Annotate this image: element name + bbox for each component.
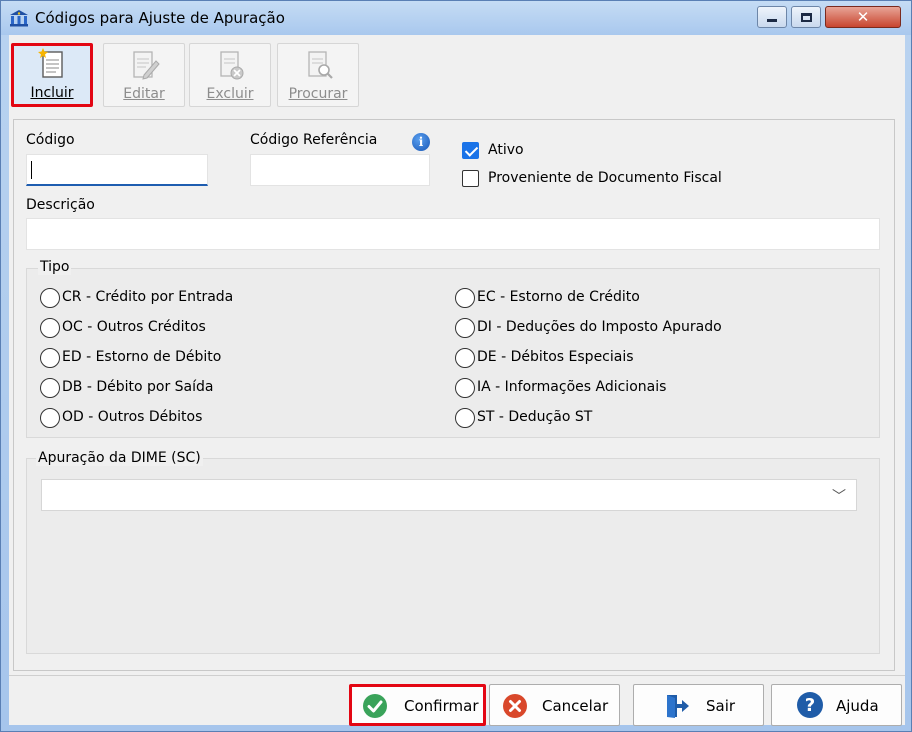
radio-ia-label: IA - Informações Adicionais xyxy=(477,379,667,395)
client-area: Incluir Editar Excluir Procurar Código C… xyxy=(9,35,905,726)
radio-cr[interactable] xyxy=(40,288,60,308)
radio-ed-label: ED - Estorno de Débito xyxy=(62,349,222,365)
ajuda-button[interactable]: ? Ajuda xyxy=(771,684,902,726)
maximize-icon xyxy=(800,12,812,22)
radio-st-label: ST - Dedução ST xyxy=(477,409,593,425)
radio-od[interactable] xyxy=(40,408,60,428)
proveniente-checkbox[interactable] xyxy=(462,170,479,187)
maximize-button[interactable] xyxy=(791,6,821,28)
close-icon: ✕ xyxy=(856,8,870,26)
tipo-title: Tipo xyxy=(38,259,72,275)
radio-oc[interactable] xyxy=(40,318,60,338)
minimize-icon xyxy=(767,18,777,22)
radio-ec-label: EC - Estorno de Crédito xyxy=(477,289,640,305)
radio-db[interactable] xyxy=(40,378,60,398)
editar-label: Editar xyxy=(123,86,165,102)
codigo-input[interactable] xyxy=(26,154,208,186)
radio-cr-label: CR - Crédito por Entrada xyxy=(62,289,234,305)
text-caret xyxy=(31,161,32,179)
form-panel: Código Código Referência i Ativo Proveni… xyxy=(13,119,895,671)
ajuda-label: Ajuda xyxy=(836,697,879,715)
svg-text:?: ? xyxy=(805,695,815,716)
confirmar-label: Confirmar xyxy=(404,697,479,715)
check-circle-icon xyxy=(363,694,387,718)
footer-bar: Confirmar Cancelar Sair ? Ajuda xyxy=(9,675,905,726)
edit-document-icon xyxy=(133,51,160,80)
radio-ec[interactable] xyxy=(455,288,475,308)
sair-label: Sair xyxy=(706,697,736,715)
radio-di-label: DI - Deduções do Imposto Apurado xyxy=(477,319,722,335)
codigo-label: Código xyxy=(26,132,75,148)
info-icon[interactable]: i xyxy=(412,133,430,151)
descricao-input[interactable] xyxy=(26,218,880,250)
incluir-label: Incluir xyxy=(30,85,74,101)
procurar-button[interactable]: Procurar xyxy=(277,43,359,107)
proveniente-label: Proveniente de Documento Fiscal xyxy=(488,170,722,186)
radio-st[interactable] xyxy=(455,408,475,428)
title-bar[interactable]: Códigos para Ajuste de Apuração ✕ xyxy=(1,1,911,35)
cancelar-label: Cancelar xyxy=(542,697,609,715)
help-icon: ? xyxy=(797,692,823,718)
confirmar-button[interactable]: Confirmar xyxy=(349,684,486,726)
exit-door-icon xyxy=(667,695,689,718)
window-title: Códigos para Ajuste de Apuração xyxy=(35,9,285,27)
radio-de[interactable] xyxy=(455,348,475,368)
bank-building-icon xyxy=(10,10,28,27)
incluir-button[interactable]: Incluir xyxy=(11,43,93,107)
codigo-referencia-label: Código Referência xyxy=(250,132,378,148)
close-button[interactable]: ✕ xyxy=(825,6,901,28)
excluir-label: Excluir xyxy=(206,86,254,102)
sair-button[interactable]: Sair xyxy=(633,684,764,726)
dime-select[interactable]: ﹀ xyxy=(41,479,857,511)
radio-ed[interactable] xyxy=(40,348,60,368)
radio-od-label: OD - Outros Débitos xyxy=(62,409,203,425)
procurar-label: Procurar xyxy=(288,86,348,102)
cancelar-button[interactable]: Cancelar xyxy=(489,684,620,726)
cancel-circle-icon xyxy=(503,694,527,718)
search-document-icon xyxy=(308,51,333,79)
ativo-label: Ativo xyxy=(488,142,524,158)
toolbar: Incluir Editar Excluir Procurar xyxy=(9,35,905,113)
radio-de-label: DE - Débitos Especiais xyxy=(477,349,634,365)
delete-document-icon xyxy=(220,51,244,80)
new-document-icon xyxy=(38,48,63,78)
radio-oc-label: OC - Outros Créditos xyxy=(62,319,206,335)
excluir-button[interactable]: Excluir xyxy=(189,43,271,107)
editar-button[interactable]: Editar xyxy=(103,43,185,107)
minimize-button[interactable] xyxy=(757,6,787,28)
radio-db-label: DB - Débito por Saída xyxy=(62,379,214,395)
descricao-label: Descrição xyxy=(26,197,95,213)
dialog-window: Códigos para Ajuste de Apuração ✕ Inclui… xyxy=(0,0,912,732)
radio-ia[interactable] xyxy=(455,378,475,398)
chevron-down-icon: ﹀ xyxy=(832,489,846,505)
codigo-referencia-input[interactable] xyxy=(250,154,430,186)
ativo-checkbox[interactable] xyxy=(462,142,479,159)
dime-title: Apuração da DIME (SC) xyxy=(36,450,203,466)
radio-di[interactable] xyxy=(455,318,475,338)
